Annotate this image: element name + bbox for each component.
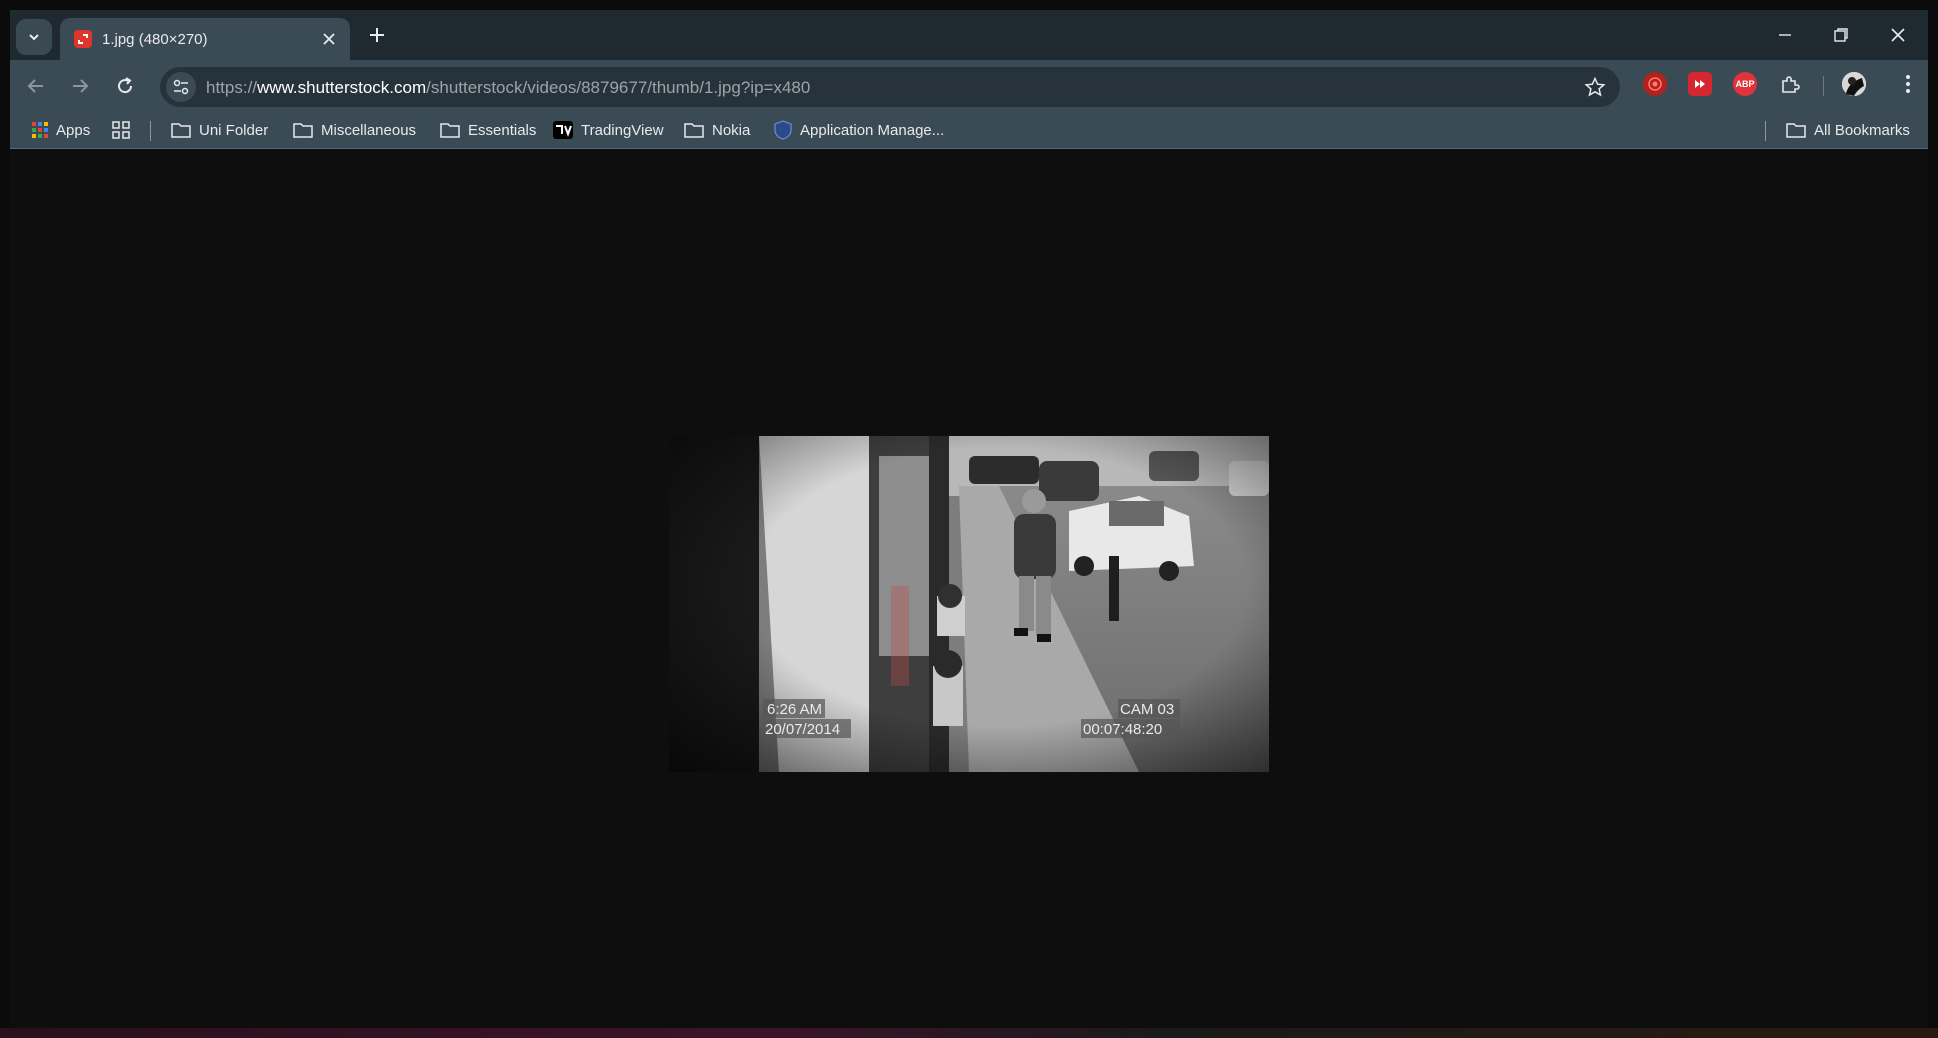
bookmark-label: All Bookmarks xyxy=(1814,121,1910,139)
folder-icon xyxy=(1786,123,1806,138)
bookmarks-bar: Apps Uni Folder Miscellaneous Essentials… xyxy=(10,112,1928,149)
forward-arrow-icon[interactable] xyxy=(68,74,92,98)
site-info-icon[interactable] xyxy=(166,72,196,102)
bookmark-label: Essentials xyxy=(468,121,537,139)
bookmark-label: Nokia xyxy=(712,121,751,139)
bookmark-application-manager[interactable]: Application Manage... xyxy=(774,119,944,141)
bookmark-nokia[interactable]: Nokia xyxy=(684,119,750,141)
bookmark-apps[interactable]: Apps xyxy=(32,119,90,141)
bookmark-label: Application Manage... xyxy=(800,121,945,139)
bookmark-label: Apps xyxy=(56,121,91,139)
url-host: www.shutterstock.com xyxy=(257,78,427,97)
back-arrow-icon[interactable] xyxy=(24,74,48,98)
cctv-image[interactable]: 6:26 AM 20/07/2014 CAM 03 00:07:48:20 xyxy=(669,436,1269,772)
puzzle-piece-icon[interactable] xyxy=(1778,72,1802,96)
toolbar: https://www.shutterstock.com/shutterstoc… xyxy=(10,60,1928,112)
media-forward-icon[interactable] xyxy=(1688,72,1712,96)
folder-icon xyxy=(440,123,460,138)
chevron-down-icon xyxy=(29,34,39,41)
overlay-date: 20/07/2014 xyxy=(765,721,840,738)
cctv-scene-illustration: 6:26 AM 20/07/2014 CAM 03 00:07:48:20 xyxy=(669,436,1269,772)
bookmark-label: Miscellaneous xyxy=(321,121,417,139)
bookmark-tradingview[interactable]: TradingView xyxy=(553,119,664,141)
avatar[interactable] xyxy=(1842,72,1866,96)
new-tab-icon[interactable] xyxy=(366,24,388,46)
bookmark-star-icon[interactable] xyxy=(1584,76,1606,98)
record-icon[interactable] xyxy=(1643,72,1667,96)
shutterstock-favicon-icon xyxy=(74,30,92,48)
adblock-plus-label: ABP xyxy=(1735,79,1755,89)
toolbar-divider xyxy=(1823,76,1824,96)
grid-icon xyxy=(112,121,130,139)
overlay-time: 6:26 AM xyxy=(767,701,822,718)
apps-grid-icon xyxy=(32,122,48,138)
more-menu-icon[interactable] xyxy=(1896,72,1920,96)
shield-icon xyxy=(774,120,792,140)
bookmark-essentials[interactable]: Essentials xyxy=(440,119,536,141)
folder-icon xyxy=(684,123,704,138)
tradingview-icon xyxy=(553,121,573,139)
url-scheme: https:// xyxy=(206,78,258,97)
reload-icon[interactable] xyxy=(113,74,137,98)
bookmark-label: Uni Folder xyxy=(199,121,269,139)
tab-search-button[interactable] xyxy=(16,19,52,55)
folder-icon xyxy=(293,123,313,138)
folder-icon xyxy=(171,123,191,138)
bookmarks-divider xyxy=(1765,121,1766,141)
tab-active[interactable]: 1.jpg (480×270) xyxy=(60,18,350,60)
all-bookmarks[interactable]: All Bookmarks xyxy=(1786,119,1910,141)
taskbar-edge xyxy=(0,1028,1938,1038)
minimize-icon[interactable] xyxy=(1774,24,1796,46)
close-tab-icon[interactable] xyxy=(320,30,338,48)
bookmark-uni-folder[interactable]: Uni Folder xyxy=(171,119,268,141)
tab-strip: 1.jpg (480×270) xyxy=(10,10,1928,60)
url-text[interactable]: https://www.shutterstock.com/shutterstoc… xyxy=(206,78,810,98)
close-window-icon[interactable] xyxy=(1887,24,1909,46)
adblock-plus-icon[interactable]: ABP xyxy=(1733,72,1757,96)
overlay-timecode: 00:07:48:20 xyxy=(1083,721,1162,738)
tab-groups-button[interactable] xyxy=(112,119,130,141)
bookmark-label: TradingView xyxy=(581,121,664,139)
restore-icon[interactable] xyxy=(1830,24,1852,46)
overlay-cam: CAM 03 xyxy=(1120,701,1174,718)
url-path: /shutterstock/videos/8879677/thumb/1.jpg… xyxy=(426,78,811,97)
bookmarks-divider xyxy=(150,121,151,141)
address-bar[interactable]: https://www.shutterstock.com/shutterstoc… xyxy=(160,67,1620,107)
bookmark-miscellaneous[interactable]: Miscellaneous xyxy=(293,119,416,141)
browser-window: 1.jpg (480×270) https://www.shutterstock… xyxy=(10,10,1928,1038)
image-viewer: 6:26 AM 20/07/2014 CAM 03 00:07:48:20 xyxy=(10,149,1928,1038)
tab-title: 1.jpg (480×270) xyxy=(102,31,208,48)
